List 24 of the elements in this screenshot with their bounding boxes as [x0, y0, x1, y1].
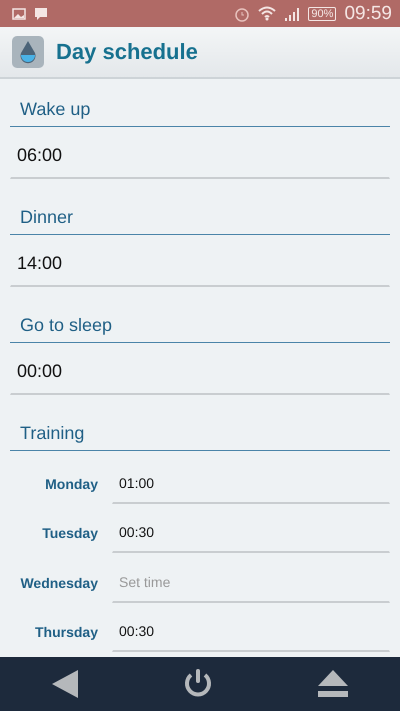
time-field[interactable]: 00:30	[112, 513, 390, 554]
clock-time: 09:59	[344, 2, 392, 24]
time-field[interactable]: 14:00	[10, 241, 390, 287]
section-header: Go to sleep	[10, 315, 390, 343]
alarm-icon	[234, 6, 250, 22]
time-field[interactable]: 00:30	[112, 612, 390, 652]
signal-icon	[284, 6, 300, 20]
day-label: Tuesday	[41, 525, 98, 542]
day-label: Monday	[44, 476, 98, 492]
time-field[interactable]: 01:00	[112, 464, 390, 504]
battery-level: 90%	[308, 6, 336, 20]
section-header: Training	[10, 423, 390, 451]
wifi-icon	[258, 6, 276, 21]
app-title: Day schedule	[56, 39, 198, 65]
day-label: Wednesday	[19, 574, 98, 591]
section-header: Wake up	[10, 99, 390, 127]
time-field[interactable]: 00:00	[10, 349, 390, 395]
time-field[interactable]: Set time	[112, 562, 390, 603]
image-icon	[12, 8, 26, 20]
day-label: Thursday	[34, 624, 98, 640]
time-field[interactable]: 06:00	[10, 133, 390, 179]
section-header: Dinner	[10, 207, 390, 235]
water-drop-icon	[12, 36, 44, 68]
message-icon	[34, 6, 48, 20]
